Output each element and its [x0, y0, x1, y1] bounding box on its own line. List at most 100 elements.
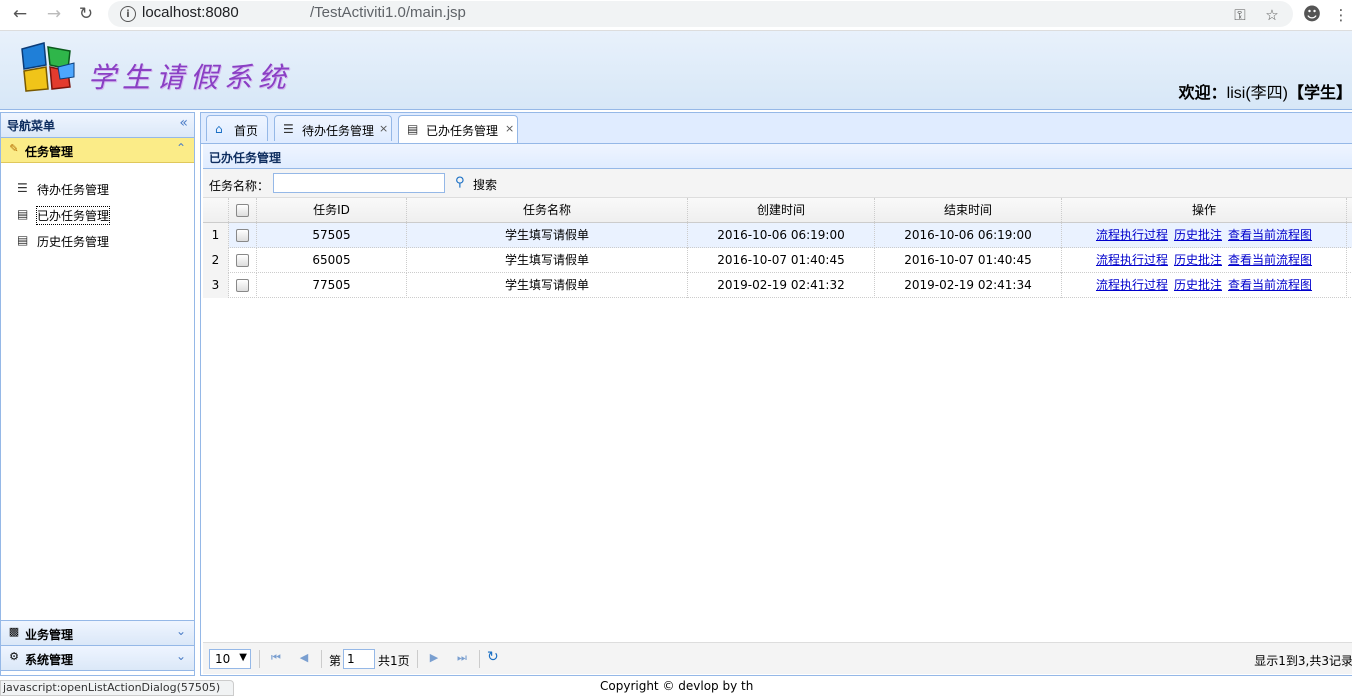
table-row[interactable]: 3 77505 学生填写请假单 2019-02-19 02:41:32 2019… — [203, 273, 1352, 298]
refresh-icon[interactable]: ↻ — [487, 649, 499, 665]
cell-task-name: 学生填写请假单 — [407, 273, 688, 298]
rownum-header — [203, 198, 229, 222]
tab-todo-tasks[interactable]: ☰ 待办任务管理 × — [274, 115, 392, 141]
table-row[interactable]: 2 65005 学生填写请假单 2016-10-07 01:40:45 2016… — [203, 248, 1352, 273]
menu-item-history-tasks[interactable]: ▤ 历史任务管理 — [17, 229, 187, 251]
edit-icon: ✎ — [9, 142, 19, 155]
cell-actions: 流程执行过程 历史批注 查看当前流程图 — [1062, 248, 1347, 273]
row-checkbox[interactable] — [236, 229, 249, 242]
browser-status-bar: javascript:openListActionDialog(57505) — [0, 680, 234, 696]
page-size-value: 10 — [215, 652, 231, 666]
row-checkbox[interactable] — [236, 254, 249, 267]
process-history-link[interactable]: 流程执行过程 — [1096, 278, 1168, 292]
col-header-task-id[interactable]: 任务ID — [257, 198, 407, 222]
accordion-business-management[interactable]: ▩ 业务管理 ⌄ — [1, 620, 194, 646]
panel-title: 已办任务管理 — [209, 151, 282, 165]
back-arrow-icon[interactable]: ← — [8, 3, 32, 27]
expand-down-icon[interactable]: ⌄ — [176, 649, 186, 663]
first-page-icon[interactable]: ⏮ — [269, 651, 283, 665]
done-list-icon: ▤ — [17, 207, 29, 221]
accordion-system-management[interactable]: ⚙ 系统管理 ⌄ — [1, 646, 194, 671]
page-size-select[interactable]: 10 ▼ — [209, 649, 251, 669]
grid-header: 任务ID 任务名称 创建时间 结束时间 操作 — [203, 198, 1352, 223]
search-button[interactable]: ⚲ 搜索 — [455, 173, 507, 193]
row-checkbox-cell — [229, 248, 257, 273]
cell-task-id: 57505 — [257, 223, 407, 248]
logo-icon — [21, 42, 75, 92]
history-comments-link[interactable]: 历史批注 — [1174, 228, 1222, 242]
cell-task-name: 学生填写请假单 — [407, 223, 688, 248]
page-number-input[interactable] — [343, 649, 375, 669]
app-header: 学生请假系统 欢迎：lisi(李四)【学生】 — [0, 31, 1352, 110]
site-info-icon[interactable]: i — [120, 6, 136, 22]
cell-task-id: 77505 — [257, 273, 407, 298]
users-icon: ▩ — [8, 625, 20, 638]
close-icon[interactable]: × — [379, 122, 388, 135]
search-button-label: 搜索 — [473, 178, 498, 192]
table-row[interactable]: 1 57505 学生填写请假单 2016-10-06 06:19:00 2016… — [203, 223, 1352, 248]
tab-bar: ⌂ 首页 ☰ 待办任务管理 × ▤ 已办任务管理 × — [201, 113, 1352, 144]
menu-item-label: 历史任务管理 — [37, 235, 110, 249]
forward-arrow-icon[interactable]: → — [42, 3, 66, 27]
search-icon: ⚲ — [455, 175, 465, 190]
star-icon[interactable]: ☆ — [1261, 4, 1283, 26]
url-host: localhost:8080 — [142, 4, 239, 21]
more-menu-icon[interactable]: ⋮ — [1330, 4, 1352, 26]
nav-title: 导航菜单 — [7, 119, 56, 133]
page-total: 共1页 — [378, 654, 410, 668]
view-diagram-link[interactable]: 查看当前流程图 — [1228, 228, 1312, 242]
left-nav-panel: 导航菜单 « ✎ 任务管理 ⌃ ☰ 待办任务管理 ▤ 已办任务管理 ▤ 历史任务… — [0, 112, 195, 676]
menu-item-label: 已办任务管理 — [35, 206, 111, 225]
select-all-cell — [229, 198, 257, 222]
app-title: 学生请假系统 — [88, 61, 293, 94]
cell-created: 2016-10-06 06:19:00 — [688, 223, 875, 248]
accordion-label: 系统管理 — [25, 653, 74, 667]
collapse-up-icon[interactable]: ⌃ — [176, 141, 186, 155]
address-bar[interactable] — [108, 1, 1293, 27]
menu-item-todo-tasks[interactable]: ☰ 待办任务管理 — [17, 177, 187, 199]
tab-done-tasks[interactable]: ▤ 已办任务管理 × — [398, 115, 518, 143]
collapse-left-icon[interactable]: « — [179, 115, 188, 131]
tab-home[interactable]: ⌂ 首页 — [206, 115, 268, 141]
col-header-actions: 操作 — [1062, 198, 1347, 222]
tab-label: 待办任务管理 — [302, 124, 375, 138]
history-comments-link[interactable]: 历史批注 — [1174, 253, 1222, 267]
col-header-created[interactable]: 创建时间 — [688, 198, 875, 222]
reload-icon[interactable]: ↻ — [74, 3, 98, 27]
process-history-link[interactable]: 流程执行过程 — [1096, 253, 1168, 267]
view-diagram-link[interactable]: 查看当前流程图 — [1228, 278, 1312, 292]
cell-created: 2016-10-07 01:40:45 — [688, 248, 875, 273]
col-header-ended[interactable]: 结束时间 — [875, 198, 1062, 222]
process-history-link[interactable]: 流程执行过程 — [1096, 228, 1168, 242]
row-checkbox-cell — [229, 223, 257, 248]
cell-actions: 流程执行过程 历史批注 查看当前流程图 — [1062, 273, 1347, 298]
close-icon[interactable]: × — [505, 122, 514, 135]
account-icon[interactable]: ☻ — [1301, 4, 1323, 26]
row-number: 1 — [203, 223, 229, 248]
accordion-task-management[interactable]: ✎ 任务管理 ⌃ — [1, 138, 194, 163]
browser-toolbar: ← → ↻ i localhost:8080 /TestActiviti1.0/… — [0, 0, 1352, 31]
divider — [417, 650, 418, 668]
history-icon: ▤ — [17, 233, 29, 247]
home-icon: ⌂ — [215, 122, 223, 136]
done-list-icon: ▤ — [407, 122, 419, 136]
row-checkbox[interactable] — [236, 279, 249, 292]
prev-page-icon[interactable]: ◀ — [297, 651, 311, 665]
select-all-checkbox[interactable] — [236, 204, 249, 217]
next-page-icon[interactable]: ▶ — [427, 651, 441, 665]
settings-icon: ⚙ — [9, 650, 19, 663]
welcome-user: lisi(李四) — [1226, 85, 1288, 102]
accordion-label: 业务管理 — [25, 628, 74, 642]
page-prefix: 第 — [329, 654, 342, 668]
history-comments-link[interactable]: 历史批注 — [1174, 278, 1222, 292]
url-path: /TestActiviti1.0/main.jsp — [310, 4, 466, 21]
last-page-icon[interactable]: ⏭ — [455, 651, 469, 665]
cell-actions: 流程执行过程 历史批注 查看当前流程图 — [1062, 223, 1347, 248]
view-diagram-link[interactable]: 查看当前流程图 — [1228, 253, 1312, 267]
col-header-task-name[interactable]: 任务名称 — [407, 198, 688, 222]
task-name-input[interactable] — [273, 173, 445, 193]
menu-item-done-tasks[interactable]: ▤ 已办任务管理 — [17, 203, 187, 225]
expand-down-icon[interactable]: ⌄ — [176, 624, 186, 638]
key-icon[interactable]: ⚿ — [1229, 4, 1251, 26]
row-number: 2 — [203, 248, 229, 273]
